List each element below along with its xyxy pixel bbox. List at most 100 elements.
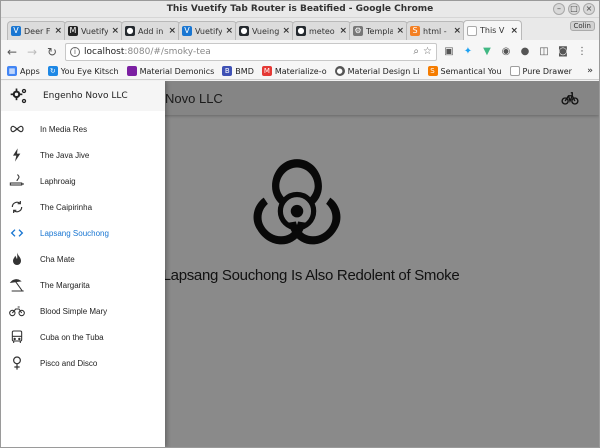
semantic-icon: S — [427, 66, 438, 76]
bookmark-item[interactable]: ↻ You Eye Kitsch — [47, 66, 119, 76]
reload-icon[interactable]: ↻ — [45, 45, 59, 59]
extension-icon[interactable]: ◫ — [538, 46, 550, 58]
profile-chip[interactable]: Colin — [569, 21, 595, 31]
browser-tab-active[interactable]: This V × — [463, 20, 522, 40]
bookmark-label: Material Design Li — [347, 66, 420, 76]
infinity-icon — [10, 125, 24, 133]
back-arrow-icon[interactable]: ← — [5, 45, 19, 59]
tab-label: Vuetify — [81, 26, 109, 36]
close-tab-icon[interactable]: × — [111, 26, 119, 36]
tab-label: Deer F — [24, 26, 51, 36]
bookmarks-overflow-button[interactable]: » — [587, 66, 593, 76]
browser-tab[interactable]: ● Add in × — [121, 21, 180, 40]
tab-label: Add in — [138, 26, 164, 36]
nav-item-margarita[interactable]: The Margarita — [1, 272, 165, 298]
close-tab-icon[interactable]: × — [510, 26, 518, 36]
github-icon: ● — [125, 26, 135, 36]
browser-tab[interactable]: V Deer F × — [7, 21, 66, 40]
zoom-icon[interactable]: ⌕ — [413, 46, 419, 57]
info-icon[interactable]: i — [70, 46, 80, 57]
browser-toolbar: ← → ↻ i localhost:8080/#/smoky-tea ⌕ ☆ ▣… — [1, 40, 599, 63]
pocket-icon[interactable]: ▣ — [443, 46, 455, 58]
browser-tab[interactable]: ⚙ Templa × — [349, 21, 408, 40]
nav-item-label: In Media Res — [40, 124, 88, 134]
nav-list: In Media Res The Java Jive Laphroaig The… — [1, 111, 165, 376]
nav-item-cha-mate[interactable]: Cha Mate — [1, 246, 165, 272]
apps-grid-icon: ▦ — [7, 66, 17, 76]
bookmark-item[interactable]: Material Demonics — [126, 66, 214, 76]
vue-devtools-icon[interactable]: ▼ — [481, 46, 493, 58]
bookmark-item[interactable]: S Semantical You — [427, 66, 502, 76]
menu-icon[interactable]: ⋮ — [576, 46, 588, 58]
nav-item-blood-simple-mary[interactable]: Blood Simple Mary — [1, 298, 165, 324]
bookmark-item[interactable]: B BMD — [222, 66, 254, 76]
extension-icon[interactable]: ◉ — [500, 46, 512, 58]
nav-item-in-media-res[interactable]: In Media Res — [1, 116, 165, 142]
close-tab-icon[interactable]: × — [54, 26, 62, 36]
vuetify-icon: V — [11, 26, 21, 36]
close-tab-icon[interactable]: × — [225, 26, 233, 36]
nav-item-label: Cha Mate — [40, 254, 75, 264]
nav-item-label: The Java Jive — [40, 150, 90, 160]
bookmark-item[interactable]: M Materialize-o — [261, 66, 327, 76]
motorbike-icon — [9, 306, 25, 317]
browser-tab[interactable]: ● meteo × — [292, 21, 351, 40]
tab-label: html - — [423, 26, 447, 36]
github-icon: ● — [239, 26, 249, 36]
nav-item-caipirinha[interactable]: The Caipirinha — [1, 194, 165, 220]
close-tab-icon[interactable]: × — [396, 26, 404, 36]
lightning-icon — [13, 148, 21, 162]
gears-icon — [10, 88, 27, 104]
nav-item-label: Pisco and Disco — [40, 358, 98, 368]
bookmark-item[interactable]: ▦ Apps — [7, 66, 40, 76]
browser-tab[interactable]: M Vuetify × — [64, 21, 123, 40]
vuetify-icon: V — [182, 26, 192, 36]
nav-item-label: Laphroaig — [40, 176, 76, 186]
beach-icon — [9, 279, 24, 292]
drawer-title: Engenho Novo LLC — [43, 91, 128, 101]
nav-item-laphroaig[interactable]: Laphroaig — [1, 168, 165, 194]
bookmark-item[interactable]: Pure Drawer — [509, 66, 572, 76]
sync-icon — [11, 201, 23, 213]
square-icon — [126, 66, 137, 76]
navigation-drawer: Engenho Novo LLC In Media Res The Java J… — [1, 81, 165, 447]
address-bar[interactable]: i localhost:8080/#/smoky-tea ⌕ ☆ — [65, 42, 437, 61]
twitter-icon[interactable]: ✦ — [462, 46, 474, 58]
nav-item-label: Lapsang Souchong — [40, 228, 109, 238]
extension-icon[interactable]: ◙ — [557, 46, 569, 58]
minimize-button[interactable]: – — [553, 3, 565, 15]
forward-arrow-icon[interactable]: → — [25, 45, 39, 59]
nav-item-lapsang-souchong[interactable]: Lapsang Souchong — [1, 220, 165, 246]
close-window-button[interactable]: × — [583, 3, 595, 15]
close-tab-icon[interactable]: × — [168, 26, 176, 36]
code-icon — [10, 229, 24, 237]
browser-tab[interactable]: Shtml - × — [406, 21, 465, 40]
nav-item-pisco-and-disco[interactable]: Pisco and Disco — [1, 350, 165, 376]
window-title: This Vuetify Tab Router is Beatified - G… — [166, 4, 434, 14]
tab-label: Templa — [366, 26, 394, 36]
window-controls: – □ × — [553, 3, 595, 15]
bookmark-label: BMD — [235, 66, 254, 76]
browser-tab[interactable]: ● Vueing × — [235, 21, 294, 40]
page-viewport: Novo LLC Lapsang Souchong Is Also Redole… — [1, 81, 599, 447]
title-bar: This Vuetify Tab Router is Beatified - G… — [1, 1, 599, 18]
b-icon: B — [222, 66, 233, 76]
bookmark-item[interactable]: ● Material Design Li — [334, 66, 420, 76]
browser-tab[interactable]: V Vuetify × — [178, 21, 237, 40]
tab-strip: V Deer F × M Vuetify × ● Add in × V Vuetify × ● V… — [1, 18, 599, 40]
close-tab-icon[interactable]: × — [339, 26, 347, 36]
nav-item-java-jive[interactable]: The Java Jive — [1, 142, 165, 168]
close-tab-icon[interactable]: × — [453, 26, 461, 36]
circle-icon: ● — [334, 66, 345, 76]
github-icon[interactable]: ● — [519, 46, 531, 58]
nav-item-label: Cuba on the Tuba — [40, 332, 104, 342]
close-tab-icon[interactable]: × — [282, 26, 290, 36]
bookmark-label: Pure Drawer — [522, 66, 572, 76]
bus-icon — [11, 330, 23, 343]
maximize-button[interactable]: □ — [568, 3, 580, 15]
refresh-icon: ↻ — [47, 66, 58, 76]
star-icon[interactable]: ☆ — [423, 46, 432, 57]
tab-label: This V — [480, 26, 505, 35]
nav-item-cuba-on-the-tuba[interactable]: Cuba on the Tuba — [1, 324, 165, 350]
nav-item-label: The Caipirinha — [40, 202, 93, 212]
